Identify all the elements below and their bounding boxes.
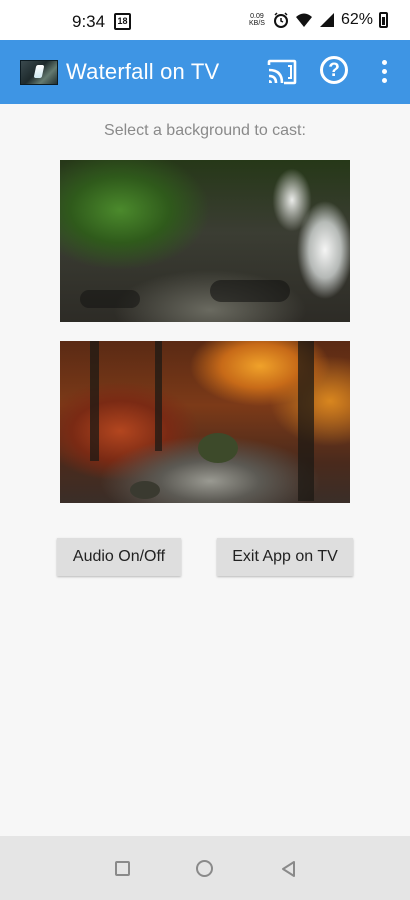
network-speed-value: 0.09 [250,13,264,20]
select-background-prompt: Select a background to cast: [104,122,306,139]
navigation-bar [0,836,410,900]
more-dot [382,69,387,74]
battery-icon [379,12,388,28]
help-icon: ? [328,60,340,81]
network-speed-unit: KB/S [248,20,265,27]
app-bar: Waterfall on TV ? [0,40,410,104]
more-dot [382,78,387,83]
more-options-button[interactable] [374,56,394,86]
status-time: 9:34 [72,12,106,31]
battery-percent: 62% [340,11,373,28]
mossy-rock [130,481,160,499]
back-triangle-icon[interactable] [280,860,298,878]
autumn-forest-stream-background[interactable] [60,341,350,503]
waterfall-background[interactable] [60,160,350,322]
more-dot [382,60,387,65]
mossy-rock [198,433,238,463]
signal-icon [319,13,334,27]
status-bar: 9:34 18 0.09 KB/S 62% [0,0,410,40]
network-speed: 0.09 KB/S [247,13,267,27]
cast-icon[interactable] [266,58,298,86]
status-indicators: 0.09 KB/S 62% [247,11,388,29]
rock-shadow [210,280,290,302]
wifi-icon [295,13,312,27]
audio-toggle-button[interactable]: Audio On/Off [57,538,181,576]
calendar-icon: 18 [114,13,131,30]
rock-shadow [80,290,140,308]
exit-app-on-tv-button[interactable]: Exit App on TV [217,538,353,576]
home-circle-icon[interactable] [196,860,213,877]
tree-trunk [90,341,99,461]
alarm-icon [273,12,288,28]
tree-trunk [155,341,162,451]
app-logo-icon [20,60,58,85]
recents-square-icon[interactable] [115,861,130,876]
help-button[interactable]: ? [320,56,348,84]
app-title: Waterfall on TV [66,59,220,84]
tree-trunk [298,341,314,501]
